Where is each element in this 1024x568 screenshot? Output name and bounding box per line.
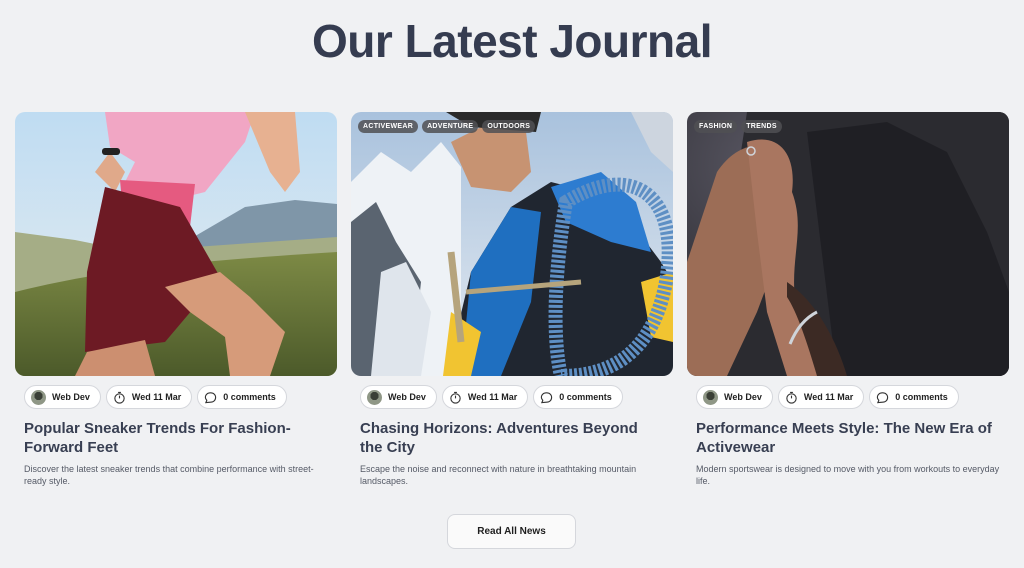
- post-date: Wed 11 Mar: [803, 392, 854, 402]
- tag-outdoors[interactable]: OUTDOORS: [482, 120, 536, 133]
- tag-list: FASHION TRENDS: [694, 120, 782, 133]
- comment-bubble-icon: [205, 391, 217, 403]
- article-card-1[interactable]: Web Dev Wed 11 Mar 0 comments Popular Sn…: [15, 112, 337, 487]
- comment-bubble-icon: [541, 391, 553, 403]
- page-title: Our Latest Journal: [312, 15, 712, 67]
- article-excerpt: Modern sportswear is designed to move wi…: [696, 464, 1000, 486]
- comment-count: 0 comments: [895, 392, 948, 402]
- post-date: Wed 11 Mar: [131, 392, 182, 402]
- comments-badge[interactable]: 0 comments: [869, 385, 959, 409]
- comments-badge[interactable]: 0 comments: [197, 385, 287, 409]
- article-title[interactable]: Popular Sneaker Trends For Fashion-Forwa…: [24, 419, 324, 457]
- article-card-2[interactable]: ACTIVEWEAR ADVENTURE OUTDOORS Web Dev We…: [351, 112, 673, 487]
- date-badge: Wed 11 Mar: [105, 385, 193, 409]
- avatar: [31, 389, 46, 405]
- author-name: Web Dev: [388, 392, 426, 402]
- comment-bubble-icon: [877, 391, 889, 403]
- comments-badge[interactable]: 0 comments: [533, 385, 623, 409]
- read-all-news-button[interactable]: Read All News: [447, 514, 576, 549]
- date-badge: Wed 11 Mar: [441, 385, 529, 409]
- stopwatch-icon: [450, 391, 461, 404]
- post-date: Wed 11 Mar: [467, 392, 518, 402]
- avatar: [367, 389, 382, 405]
- tag-list: ACTIVEWEAR ADVENTURE OUTDOORS: [358, 120, 536, 133]
- article-title[interactable]: Performance Meets Style: The New Era of …: [696, 419, 996, 457]
- tag-trends[interactable]: TRENDS: [741, 120, 782, 133]
- author-badge[interactable]: Web Dev: [696, 385, 773, 409]
- article-card-3[interactable]: FASHION TRENDS Web Dev Wed 11 Mar 0 comm…: [687, 112, 1009, 487]
- stopwatch-icon: [114, 391, 125, 404]
- article-image-2[interactable]: ACTIVEWEAR ADVENTURE OUTDOORS: [351, 112, 673, 376]
- author-name: Web Dev: [724, 392, 762, 402]
- article-image-3[interactable]: FASHION TRENDS: [687, 112, 1009, 376]
- article-title[interactable]: Chasing Horizons: Adventures Beyond the …: [360, 419, 660, 457]
- author-badge[interactable]: Web Dev: [24, 385, 101, 409]
- article-excerpt: Discover the latest sneaker trends that …: [24, 464, 314, 486]
- author-badge[interactable]: Web Dev: [360, 385, 437, 409]
- comment-count: 0 comments: [223, 392, 276, 402]
- tag-activewear[interactable]: ACTIVEWEAR: [358, 120, 419, 133]
- date-badge: Wed 11 Mar: [777, 385, 865, 409]
- article-image-1[interactable]: [15, 112, 337, 376]
- stopwatch-icon: [786, 391, 797, 404]
- author-name: Web Dev: [52, 392, 90, 402]
- tag-adventure[interactable]: ADVENTURE: [422, 120, 479, 133]
- comment-count: 0 comments: [559, 392, 612, 402]
- article-excerpt: Escape the noise and reconnect with natu…: [360, 464, 637, 486]
- tag-fashion[interactable]: FASHION: [694, 120, 738, 133]
- avatar: [703, 389, 718, 405]
